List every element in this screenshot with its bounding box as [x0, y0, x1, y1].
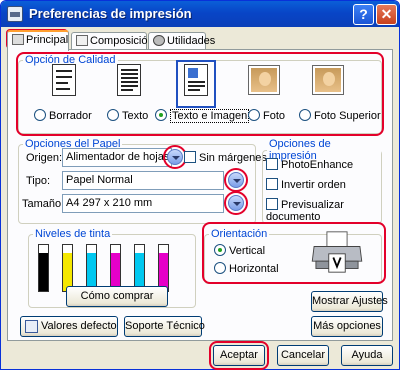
printer-orientation-icon	[311, 231, 363, 273]
quality-option-foto-superior[interactable]	[298, 64, 358, 104]
radio-button[interactable]	[34, 109, 46, 121]
tab-utilidades[interactable]: Utilidades	[148, 32, 215, 50]
checkbox[interactable]	[266, 178, 278, 190]
radio-button-selected[interactable]	[155, 109, 167, 121]
photoenhance-label: PhotoEnhance	[281, 159, 354, 171]
orientation-legend: Orientación	[211, 228, 268, 240]
print-preferences-dialog: Preferencias de impresión ? ✕ Principal …	[0, 0, 400, 370]
quality-option-foto[interactable]	[234, 64, 294, 104]
size-dropdown-icon[interactable]	[228, 195, 244, 211]
default-values-label: Valores defecto	[41, 320, 117, 332]
text-image-document-icon	[176, 60, 216, 108]
preview-checkbox[interactable]: Previsualizar documento	[266, 198, 392, 223]
defaults-icon	[25, 320, 38, 333]
tab-composicion-label: Composición	[90, 35, 154, 47]
title-bar: Preferencias de impresión ? ✕	[1, 1, 399, 27]
quality-radio-foto[interactable]: Foto	[248, 109, 285, 122]
quality-option-texto-imagen[interactable]	[166, 60, 226, 108]
checkbox[interactable]	[266, 158, 278, 170]
type-dropdown-icon[interactable]	[228, 172, 244, 188]
radio-button[interactable]	[299, 109, 311, 121]
principal-panel: Opción de Calidad Borrador Texto Texto e…	[7, 49, 393, 341]
checkbox[interactable]	[266, 198, 278, 210]
printer-icon	[7, 6, 23, 22]
orientation-radio-horizontal[interactable]: Horizontal	[214, 262, 279, 275]
reverse-order-checkbox[interactable]: Invertir orden	[266, 178, 346, 191]
radio-button[interactable]	[248, 109, 260, 121]
size-select[interactable]: A4 297 x 210 mm	[62, 194, 224, 213]
ink-cartridge-cyan	[86, 244, 97, 292]
ink-cartridge-magenta	[110, 244, 121, 292]
origin-select[interactable]: Alimentador de hojas	[62, 148, 172, 167]
origin-dropdown-icon[interactable]	[167, 149, 183, 165]
how-to-buy-button[interactable]: Cómo comprar	[66, 286, 168, 307]
type-label: Tipo:	[26, 175, 51, 187]
radio-button-selected[interactable]	[214, 244, 226, 256]
radio-button[interactable]	[214, 262, 226, 274]
quality-label-texto-imagen: Texto e Imagen	[170, 109, 250, 123]
ink-cartridge-yellow	[62, 244, 73, 292]
tab-composicion[interactable]: Composición	[71, 32, 154, 50]
quality-radio-foto-superior[interactable]: Foto Superior	[299, 109, 381, 122]
principal-tab-icon	[12, 34, 24, 45]
close-button[interactable]: ✕	[376, 4, 397, 25]
type-select[interactable]: Papel Normal	[62, 171, 224, 190]
borderless-label: Sin márgenes	[199, 152, 267, 164]
photoenhance-checkbox[interactable]: PhotoEnhance	[266, 158, 353, 171]
ink-cartridge-black	[38, 244, 49, 292]
ink-levels-legend: Niveles de tinta	[35, 228, 111, 240]
quality-label-foto: Foto	[263, 110, 286, 122]
ink-cartridge-light-cyan	[134, 244, 145, 292]
photo-superior-icon	[312, 64, 344, 104]
tech-support-button[interactable]: Soporte Técnico	[124, 316, 205, 337]
utilities-tab-icon	[153, 35, 165, 46]
draft-document-icon	[48, 64, 80, 104]
tab-principal[interactable]: Principal	[7, 30, 69, 51]
reverse-order-label: Invertir orden	[281, 179, 346, 191]
composition-tab-icon	[76, 35, 88, 46]
orientation-label-horizontal: Horizontal	[229, 263, 279, 275]
cancel-button[interactable]: Cancelar	[277, 345, 329, 366]
orientation-radio-vertical[interactable]: Vertical	[214, 244, 265, 257]
default-values-button[interactable]: Valores defecto	[20, 316, 118, 337]
show-settings-button[interactable]: Mostrar Ajustes	[311, 291, 388, 312]
quality-option-borrador[interactable]	[34, 64, 94, 104]
checkbox[interactable]	[184, 151, 196, 163]
ink-cartridge-light-magenta	[158, 244, 169, 292]
tab-utilidades-label: Utilidades	[167, 35, 216, 47]
text-document-icon	[113, 64, 145, 104]
borderless-checkbox[interactable]: Sin márgenes	[184, 151, 267, 164]
help-title-button[interactable]: ?	[353, 4, 374, 25]
quality-radio-texto[interactable]: Texto	[107, 109, 148, 122]
quality-radio-borrador[interactable]: Borrador	[34, 109, 92, 122]
quality-label-foto-superior: Foto Superior	[314, 110, 381, 122]
quality-option-texto[interactable]	[99, 64, 159, 104]
quality-label-borrador: Borrador	[49, 110, 92, 122]
window-title: Preferencias de impresión	[29, 6, 192, 21]
quality-label-texto: Texto	[122, 110, 149, 122]
more-options-button[interactable]: Más opciones	[311, 316, 383, 337]
accept-button[interactable]: Aceptar	[213, 345, 265, 366]
help-button[interactable]: Ayuda	[341, 345, 393, 366]
tab-principal-label: Principal	[26, 34, 69, 46]
size-label: Tamaño:	[22, 198, 65, 210]
photo-icon	[248, 64, 280, 104]
quality-radio-texto-imagen[interactable]: Texto e Imagen	[155, 109, 250, 123]
orientation-label-vertical: Vertical	[229, 245, 266, 257]
origin-label: Origen:	[26, 152, 63, 164]
radio-button[interactable]	[107, 109, 119, 121]
